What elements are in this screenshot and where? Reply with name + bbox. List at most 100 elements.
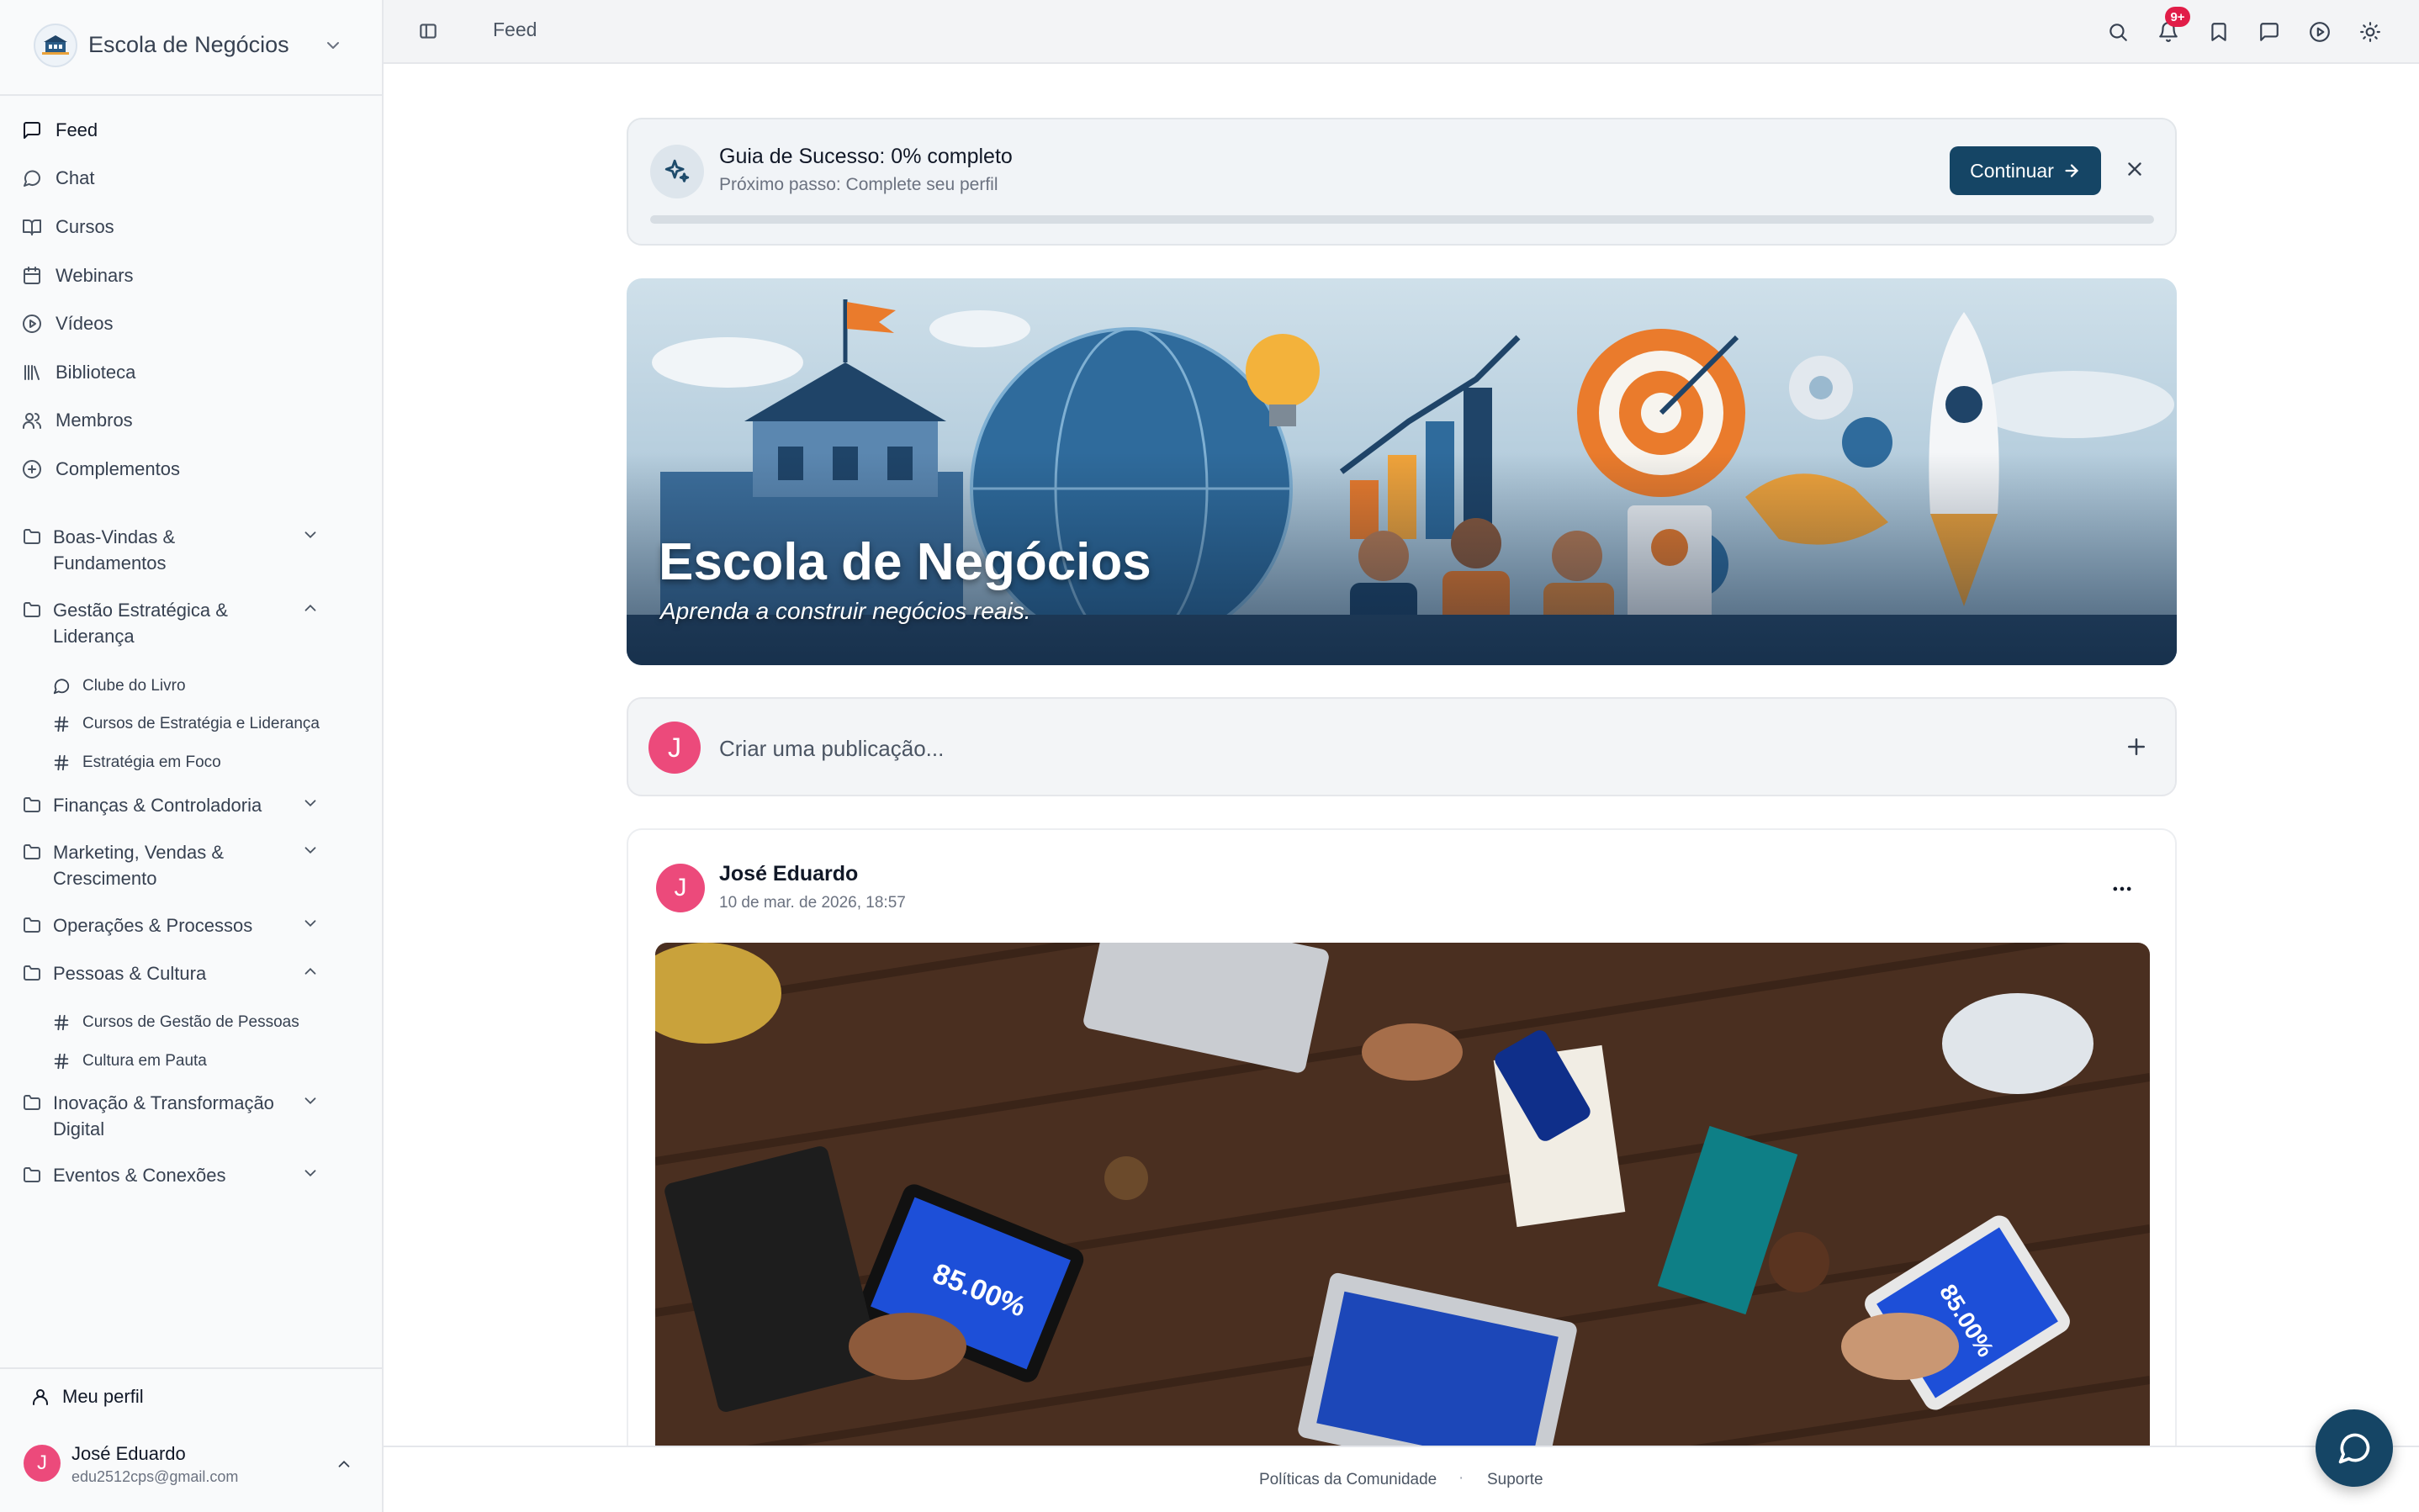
folder-icon (22, 526, 42, 547)
group-label: Inovação & Transformação Digital (53, 1092, 274, 1139)
message-square-icon[interactable] (2256, 19, 2283, 45)
my-profile-link[interactable]: Meu perfil (30, 1386, 144, 1408)
sidebar: Escola de Negócios Feed Chat Cursos Webi… (0, 0, 384, 1512)
sidebar-toggle-icon[interactable] (417, 20, 439, 42)
hash-icon (52, 1013, 71, 1032)
library-icon (22, 362, 42, 383)
book-open-icon (22, 217, 42, 237)
chevron-down-icon (323, 35, 343, 56)
bookmark-icon[interactable] (2205, 19, 2232, 45)
nav-label: Chat (56, 167, 95, 188)
continue-button[interactable]: Continuar (1950, 146, 2101, 195)
sparkles-icon (650, 145, 704, 198)
community-name: Escola de Negócios (88, 32, 289, 57)
guide-progress-bar (650, 215, 2154, 224)
guide-next-step: Próximo passo: Complete seu perfil (719, 175, 998, 194)
community-banner: Escola de Negócios Aprenda a construir n… (627, 278, 2177, 665)
avatar[interactable]: J (24, 1445, 61, 1482)
continue-button-label: Continuar (1970, 159, 2054, 182)
chevron-down-icon (301, 1092, 320, 1110)
nav-label: Biblioteca (56, 362, 136, 383)
feed-post: J José Eduardo 10 de mar. de 2026, 18:57 (627, 828, 2177, 1467)
hash-icon (52, 1052, 71, 1071)
group-label: Boas-Vindas & Fundamentos (53, 526, 176, 574)
folder-icon (22, 915, 42, 935)
plus-icon[interactable] (2124, 734, 2149, 759)
post-timestamp: 10 de mar. de 2026, 18:57 (719, 894, 906, 912)
nav-label: Membros (56, 410, 133, 431)
chat-launcher-button[interactable] (2316, 1409, 2393, 1487)
nav-item-cursos[interactable]: Cursos (22, 210, 114, 244)
chevron-down-icon (301, 794, 320, 812)
message-circle-icon (2336, 1430, 2373, 1467)
nav-item-webinars[interactable]: Webinars (22, 259, 134, 293)
group-label: Marketing, Vendas & Crescimento (53, 842, 225, 889)
post-image[interactable]: 85.00% 85.00% (655, 943, 2150, 1466)
sun-icon[interactable] (2357, 19, 2384, 45)
avatar: J (648, 722, 701, 774)
folder-icon (22, 1092, 42, 1113)
page-footer: Políticas da Comunidade · Suporte (384, 1446, 2419, 1512)
close-icon[interactable] (2124, 158, 2146, 180)
space-item-estrategia-em-foco[interactable]: Estratégia em Foco (52, 750, 221, 775)
top-bar: Feed 9+ (384, 0, 2419, 64)
chevron-up-icon (301, 962, 320, 981)
guide-title: Guia de Sucesso: 0% completo (719, 145, 1013, 168)
nav-item-membros[interactable]: Membros (22, 404, 133, 437)
sidebar-footer: Meu perfil J José Eduardo edu2512cps@gma… (0, 1367, 382, 1512)
page-title: Feed (493, 19, 537, 40)
space-item-label: Cultura em Pauta (82, 1052, 207, 1070)
chevron-down-icon (301, 841, 320, 859)
folder-icon (22, 600, 42, 620)
avatar[interactable]: J (656, 864, 705, 912)
group-label: Eventos & Conexões (53, 1165, 226, 1186)
space-item-clube-do-livro[interactable]: Clube do Livro (52, 674, 186, 699)
create-post-input[interactable]: Criar uma publicação... (719, 736, 944, 762)
group-label: Operações & Processos (53, 915, 253, 936)
community-switcher[interactable]: Escola de Negócios (0, 0, 382, 96)
message-circle-icon (52, 677, 71, 695)
group-label: Finanças & Controladoria (53, 795, 262, 816)
folder-icon (22, 795, 42, 815)
hash-icon (52, 753, 71, 772)
more-horizontal-icon[interactable] (2110, 877, 2134, 901)
chevron-up-icon[interactable] (335, 1455, 353, 1473)
nav-label: Webinars (56, 265, 134, 286)
banner-title: Escola de Negócios (659, 533, 1151, 591)
banner-subtitle: Aprenda a construir negócios reais. (660, 598, 1031, 624)
search-icon[interactable] (2104, 19, 2131, 45)
nav-label: Feed (56, 119, 98, 140)
play-circle-icon (22, 314, 42, 334)
chevron-down-icon (301, 914, 320, 933)
create-post-composer[interactable]: J Criar uma publicação... (627, 697, 2177, 796)
user-email: edu2512cps@gmail.com (71, 1468, 239, 1485)
nav-item-biblioteca[interactable]: Biblioteca (22, 356, 135, 389)
space-item-label: Cursos de Gestão de Pessoas (82, 1013, 299, 1031)
nav-item-chat[interactable]: Chat (22, 161, 94, 195)
nav-item-feed[interactable]: Feed (22, 114, 98, 147)
post-author[interactable]: José Eduardo (719, 862, 858, 886)
folder-icon (22, 963, 42, 983)
support-link[interactable]: Suporte (1487, 1471, 1543, 1489)
notification-badge: 9+ (2165, 7, 2190, 27)
chevron-down-icon (301, 1164, 320, 1182)
arrow-right-icon (2062, 161, 2081, 180)
nav-item-videos[interactable]: Vídeos (22, 307, 114, 341)
message-circle-icon (22, 168, 42, 188)
space-item-cursos-gestao-pessoas[interactable]: Cursos de Gestão de Pessoas (52, 1010, 299, 1035)
chevron-down-icon (301, 526, 320, 544)
space-item-cultura-em-pauta[interactable]: Cultura em Pauta (52, 1049, 207, 1074)
folder-icon (22, 1165, 42, 1185)
community-policies-link[interactable]: Políticas da Comunidade (1259, 1471, 1437, 1489)
play-circle-icon[interactable] (2306, 19, 2333, 45)
folder-icon (22, 842, 42, 862)
message-square-icon (22, 120, 42, 140)
nav-label: Complementos (56, 458, 180, 479)
success-guide-card: Guia de Sucesso: 0% completo Próximo pas… (627, 118, 2177, 246)
hash-icon (52, 715, 71, 733)
nav-item-complementos[interactable]: Complementos (22, 452, 180, 486)
space-item-cursos-estrategia[interactable]: Cursos de Estratégia e Liderança (52, 711, 320, 737)
my-profile-label: Meu perfil (62, 1386, 144, 1407)
nav-label: Cursos (56, 216, 114, 237)
community-logo (34, 24, 77, 67)
